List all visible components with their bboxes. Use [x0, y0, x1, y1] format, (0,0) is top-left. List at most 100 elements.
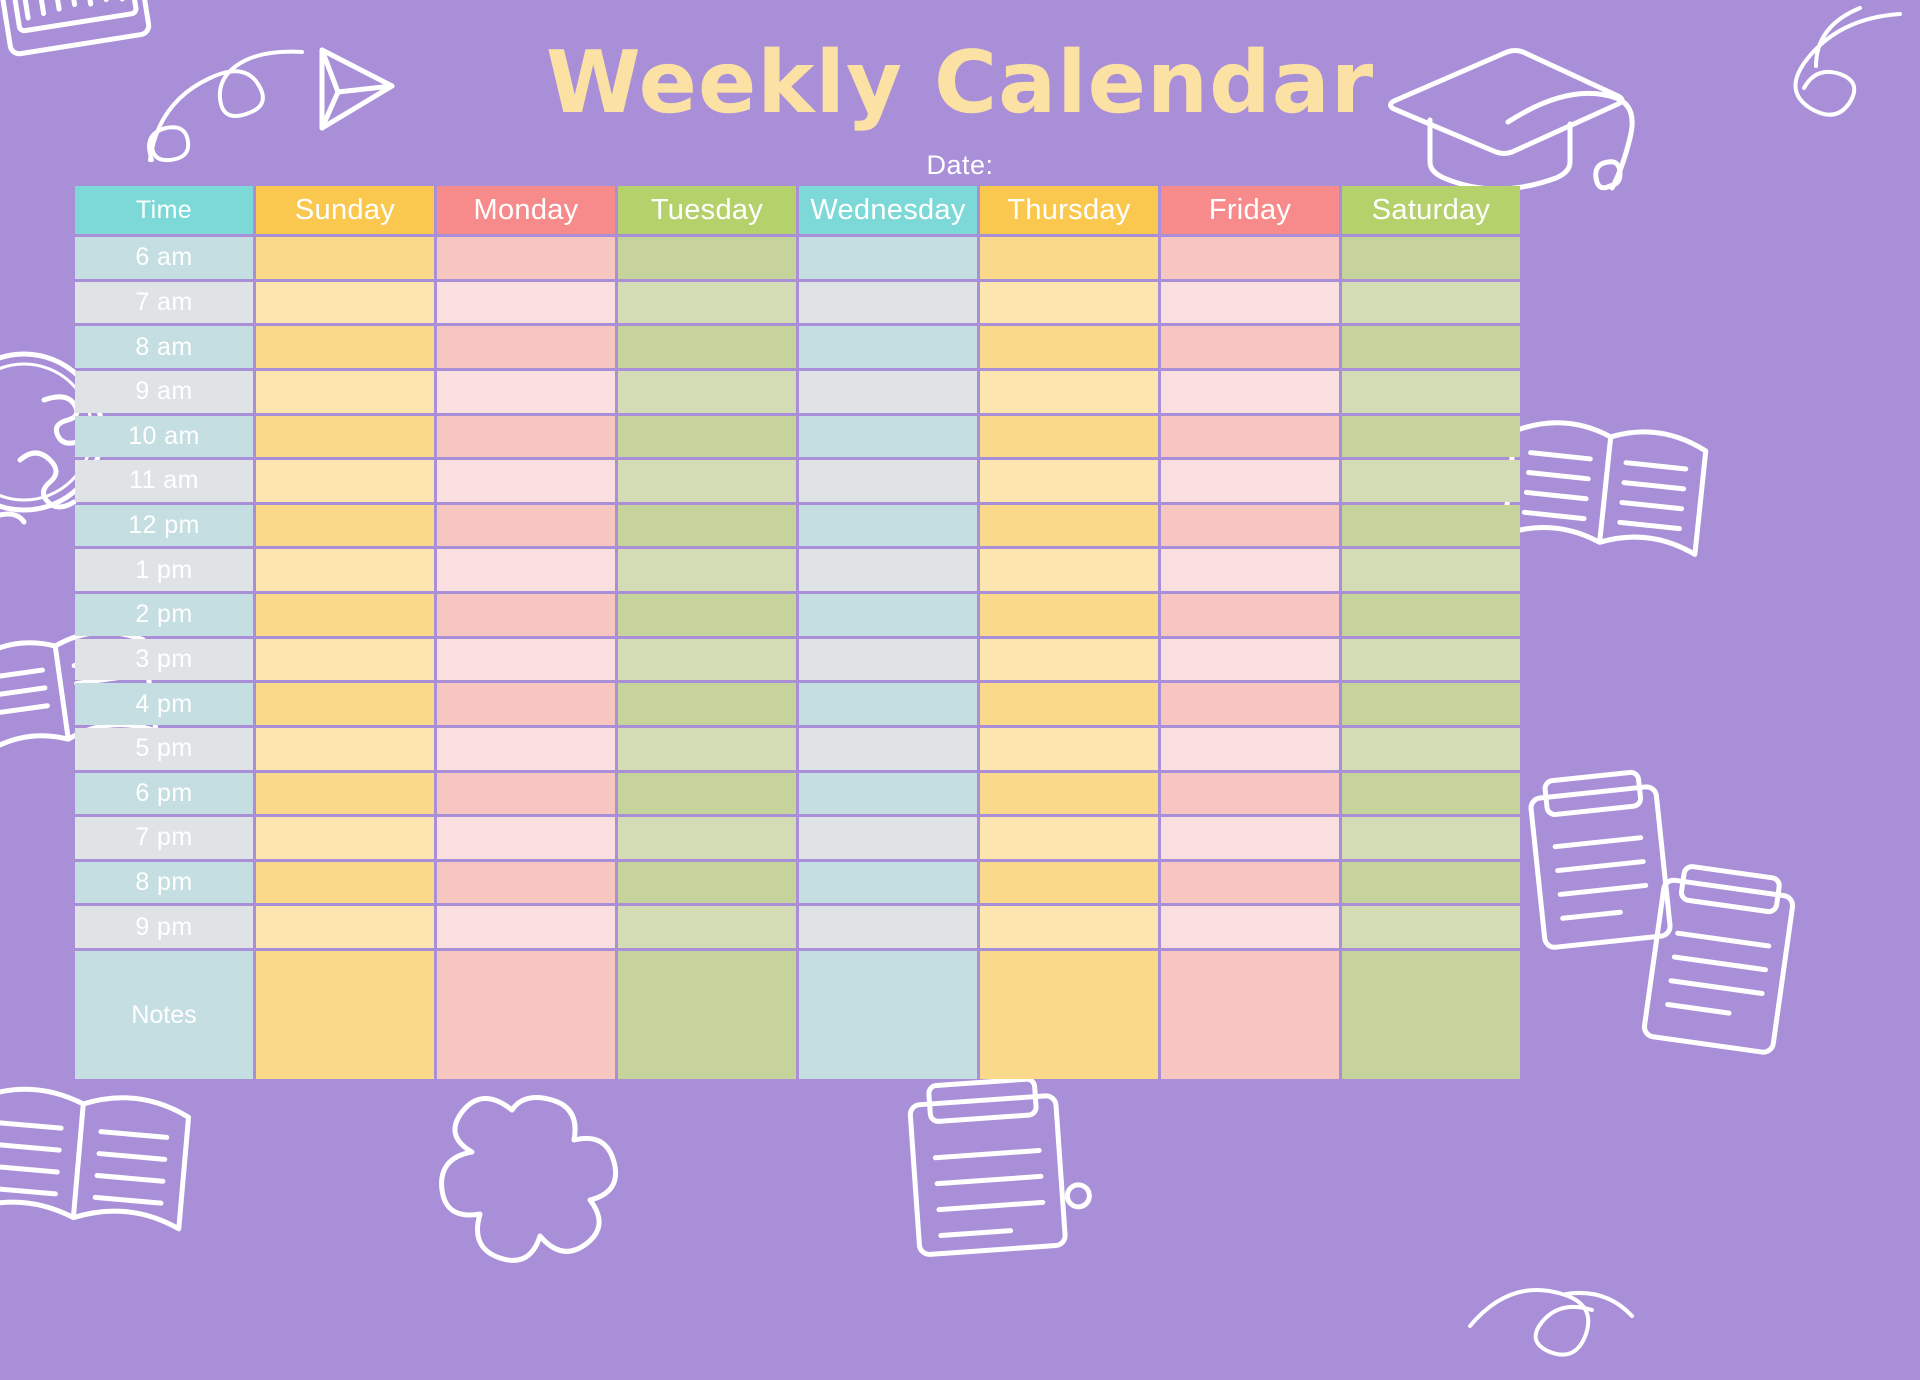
slot-monday-7pm[interactable] [437, 817, 615, 859]
slot-friday-9am[interactable] [1161, 370, 1339, 413]
slot-friday-11am[interactable] [1161, 460, 1339, 502]
notes-saturday[interactable] [1342, 951, 1520, 1079]
slot-saturday-9pm[interactable] [1342, 906, 1520, 948]
slot-saturday-1pm[interactable] [1342, 549, 1520, 591]
slot-tuesday-3pm[interactable] [618, 638, 796, 681]
slot-sunday-4pm[interactable] [256, 683, 434, 725]
slot-sunday-8pm[interactable] [256, 861, 434, 904]
slot-wednesday-11am[interactable] [799, 460, 977, 502]
slot-friday-7pm[interactable] [1161, 817, 1339, 859]
slot-tuesday-12pm[interactable] [618, 504, 796, 547]
slot-sunday-11am[interactable] [256, 460, 434, 502]
slot-thursday-1pm[interactable] [980, 549, 1158, 591]
slot-sunday-6am[interactable] [256, 237, 434, 279]
slot-thursday-10am[interactable] [980, 415, 1158, 458]
slot-sunday-5pm[interactable] [256, 727, 434, 770]
slot-monday-9pm[interactable] [437, 906, 615, 948]
slot-sunday-7am[interactable] [256, 281, 434, 324]
slot-saturday-11am[interactable] [1342, 460, 1520, 502]
slot-saturday-6am[interactable] [1342, 237, 1520, 279]
slot-wednesday-1pm[interactable] [799, 549, 977, 591]
slot-monday-12pm[interactable] [437, 504, 615, 547]
slot-tuesday-10am[interactable] [618, 415, 796, 458]
slot-sunday-10am[interactable] [256, 415, 434, 458]
slot-thursday-6pm[interactable] [980, 772, 1158, 815]
slot-tuesday-2pm[interactable] [618, 594, 796, 636]
slot-thursday-8am[interactable] [980, 326, 1158, 368]
slot-wednesday-9am[interactable] [799, 370, 977, 413]
notes-wednesday[interactable] [799, 951, 977, 1079]
column-header-thursday[interactable]: Thursday [980, 186, 1158, 234]
slot-sunday-6pm[interactable] [256, 772, 434, 815]
slot-monday-3pm[interactable] [437, 638, 615, 681]
slot-saturday-2pm[interactable] [1342, 594, 1520, 636]
slot-thursday-11am[interactable] [980, 460, 1158, 502]
slot-saturday-8am[interactable] [1342, 326, 1520, 368]
slot-wednesday-9pm[interactable] [799, 906, 977, 948]
slot-tuesday-11am[interactable] [618, 460, 796, 502]
slot-tuesday-8am[interactable] [618, 326, 796, 368]
slot-monday-10am[interactable] [437, 415, 615, 458]
column-header-saturday[interactable]: Saturday [1342, 186, 1520, 234]
slot-saturday-8pm[interactable] [1342, 861, 1520, 904]
slot-friday-12pm[interactable] [1161, 504, 1339, 547]
slot-friday-1pm[interactable] [1161, 549, 1339, 591]
slot-saturday-9am[interactable] [1342, 370, 1520, 413]
slot-saturday-7am[interactable] [1342, 281, 1520, 324]
slot-saturday-5pm[interactable] [1342, 727, 1520, 770]
column-header-wednesday[interactable]: Wednesday [799, 186, 977, 234]
slot-monday-6pm[interactable] [437, 772, 615, 815]
column-header-monday[interactable]: Monday [437, 186, 615, 234]
slot-wednesday-6am[interactable] [799, 237, 977, 279]
slot-sunday-2pm[interactable] [256, 594, 434, 636]
slot-thursday-6am[interactable] [980, 237, 1158, 279]
slot-wednesday-3pm[interactable] [799, 638, 977, 681]
slot-friday-6pm[interactable] [1161, 772, 1339, 815]
slot-sunday-9pm[interactable] [256, 906, 434, 948]
slot-monday-8am[interactable] [437, 326, 615, 368]
slot-wednesday-8am[interactable] [799, 326, 977, 368]
column-header-friday[interactable]: Friday [1161, 186, 1339, 234]
slot-thursday-5pm[interactable] [980, 727, 1158, 770]
slot-friday-2pm[interactable] [1161, 594, 1339, 636]
slot-monday-11am[interactable] [437, 460, 615, 502]
slot-thursday-7am[interactable] [980, 281, 1158, 324]
slot-monday-1pm[interactable] [437, 549, 615, 591]
slot-sunday-1pm[interactable] [256, 549, 434, 591]
slot-tuesday-6pm[interactable] [618, 772, 796, 815]
slot-tuesday-7pm[interactable] [618, 817, 796, 859]
slot-thursday-3pm[interactable] [980, 638, 1158, 681]
slot-friday-4pm[interactable] [1161, 683, 1339, 725]
notes-thursday[interactable] [980, 951, 1158, 1079]
slot-friday-8pm[interactable] [1161, 861, 1339, 904]
slot-monday-5pm[interactable] [437, 727, 615, 770]
slot-wednesday-12pm[interactable] [799, 504, 977, 547]
slot-wednesday-5pm[interactable] [799, 727, 977, 770]
slot-tuesday-7am[interactable] [618, 281, 796, 324]
slot-thursday-9pm[interactable] [980, 906, 1158, 948]
column-header-time[interactable]: Time [75, 186, 253, 234]
slot-saturday-6pm[interactable] [1342, 772, 1520, 815]
slot-wednesday-10am[interactable] [799, 415, 977, 458]
slot-saturday-12pm[interactable] [1342, 504, 1520, 547]
slot-sunday-3pm[interactable] [256, 638, 434, 681]
slot-thursday-8pm[interactable] [980, 861, 1158, 904]
slot-tuesday-5pm[interactable] [618, 727, 796, 770]
slot-thursday-4pm[interactable] [980, 683, 1158, 725]
slot-thursday-7pm[interactable] [980, 817, 1158, 859]
notes-tuesday[interactable] [618, 951, 796, 1079]
slot-monday-6am[interactable] [437, 237, 615, 279]
slot-friday-6am[interactable] [1161, 237, 1339, 279]
slot-friday-10am[interactable] [1161, 415, 1339, 458]
slot-friday-8am[interactable] [1161, 326, 1339, 368]
slot-tuesday-8pm[interactable] [618, 861, 796, 904]
slot-wednesday-2pm[interactable] [799, 594, 977, 636]
slot-monday-4pm[interactable] [437, 683, 615, 725]
slot-friday-5pm[interactable] [1161, 727, 1339, 770]
slot-wednesday-7pm[interactable] [799, 817, 977, 859]
slot-monday-7am[interactable] [437, 281, 615, 324]
notes-monday[interactable] [437, 951, 615, 1079]
notes-friday[interactable] [1161, 951, 1339, 1079]
slot-monday-9am[interactable] [437, 370, 615, 413]
slot-saturday-4pm[interactable] [1342, 683, 1520, 725]
